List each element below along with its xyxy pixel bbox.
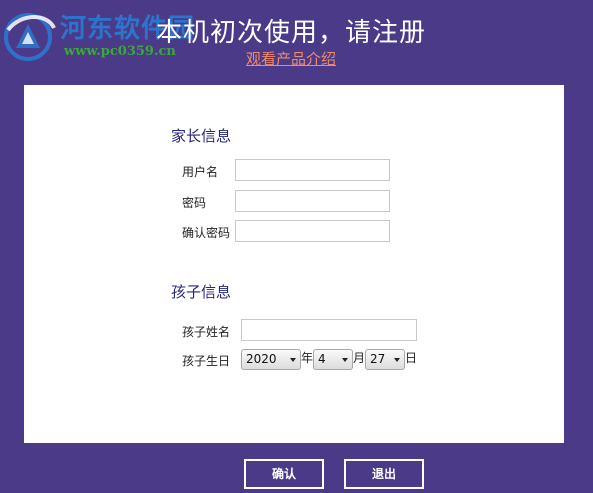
username-label: 用户名 bbox=[182, 165, 219, 179]
birth-month-select[interactable]: 4 bbox=[313, 349, 353, 370]
exit-button[interactable]: 退出 bbox=[344, 459, 424, 489]
birth-day-value: 27 bbox=[370, 352, 386, 366]
watermark-logo-icon bbox=[4, 13, 56, 61]
registration-form-panel: 家长信息 用户名 密码 确认密码 孩子信息 孩子姓名 孩子生日 2020 年 4… bbox=[24, 85, 564, 443]
child-birthday-label: 孩子生日 bbox=[182, 354, 231, 368]
confirm-password-label: 确认密码 bbox=[182, 226, 231, 240]
chevron-down-icon bbox=[342, 358, 348, 362]
confirm-password-input[interactable] bbox=[235, 220, 390, 242]
birth-year-select[interactable]: 2020 bbox=[241, 349, 301, 370]
page-title: 本机初次使用，请注册 bbox=[156, 18, 427, 48]
password-input[interactable] bbox=[235, 190, 390, 212]
child-name-input[interactable] bbox=[241, 319, 417, 341]
child-info-heading: 孩子信息 bbox=[171, 283, 232, 301]
day-unit-label: 日 bbox=[405, 351, 418, 365]
birth-day-select[interactable]: 27 bbox=[365, 349, 405, 370]
password-label: 密码 bbox=[182, 196, 207, 210]
child-name-label: 孩子姓名 bbox=[182, 325, 231, 339]
month-unit-label: 月 bbox=[353, 351, 366, 365]
product-intro-link[interactable]: 观看产品介绍 bbox=[246, 48, 336, 69]
chevron-down-icon bbox=[290, 358, 296, 362]
year-unit-label: 年 bbox=[301, 351, 314, 365]
parent-info-heading: 家长信息 bbox=[171, 127, 232, 145]
birth-year-value: 2020 bbox=[246, 352, 277, 366]
username-input[interactable] bbox=[235, 159, 390, 181]
chevron-down-icon bbox=[394, 358, 400, 362]
confirm-button[interactable]: 确认 bbox=[244, 459, 324, 489]
birth-month-value: 4 bbox=[318, 352, 326, 366]
